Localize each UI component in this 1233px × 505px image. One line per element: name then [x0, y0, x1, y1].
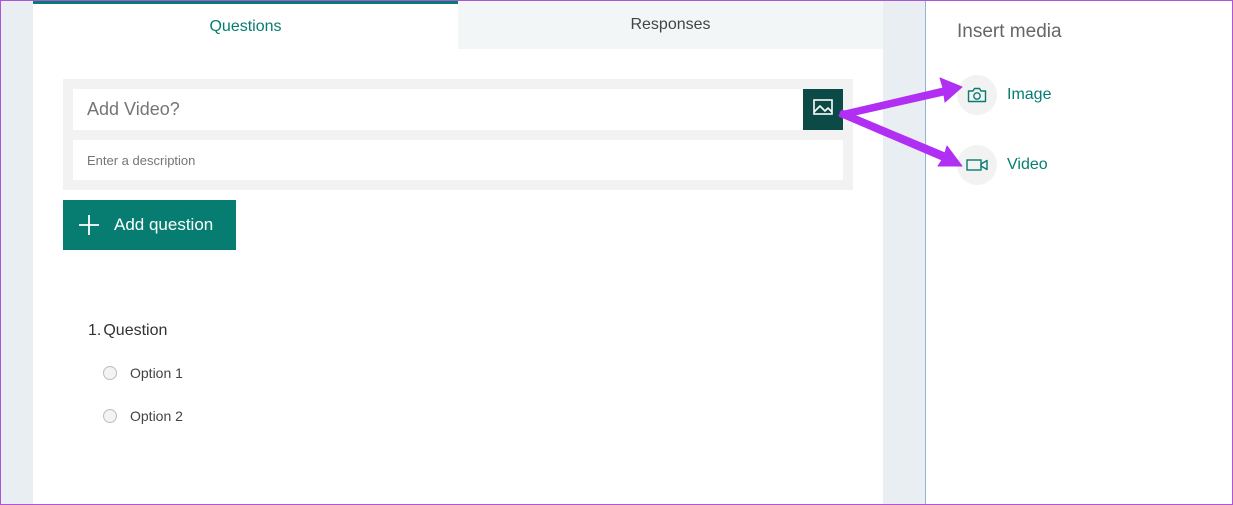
- option-label: Option 1: [130, 365, 183, 381]
- option-label: Option 2: [130, 408, 183, 424]
- tab-questions[interactable]: Questions: [33, 1, 458, 49]
- insert-video-item[interactable]: Video: [957, 145, 1048, 185]
- option-item[interactable]: Option 1: [103, 365, 183, 381]
- insert-media-title: Insert media: [957, 21, 1062, 42]
- insert-media-panel: Insert media Image Video: [926, 1, 1232, 504]
- tab-responses[interactable]: Responses: [458, 1, 883, 49]
- section-header-editor: [63, 79, 853, 190]
- radio-button[interactable]: [103, 366, 117, 380]
- radio-button[interactable]: [103, 409, 117, 423]
- insert-video-label: Video: [1007, 156, 1048, 173]
- insert-image-item[interactable]: Image: [957, 75, 1051, 115]
- video-camera-icon: [957, 145, 997, 185]
- add-question-label: Add question: [114, 215, 214, 234]
- section-description-input[interactable]: [73, 140, 843, 180]
- question-number: 1.: [88, 322, 102, 339]
- picture-icon: [813, 99, 833, 120]
- question-title[interactable]: 1. Question: [88, 322, 167, 340]
- camera-icon: [957, 75, 997, 115]
- option-item[interactable]: Option 2: [103, 408, 183, 424]
- insert-media-button[interactable]: [803, 89, 843, 130]
- plus-icon: [77, 213, 101, 237]
- section-title-input[interactable]: [73, 89, 803, 130]
- page-background: [1, 1, 33, 504]
- tab-bar: Questions Responses: [33, 1, 883, 49]
- question-text: Question: [103, 322, 168, 339]
- form-editor-card: Questions Responses Add question 1.Quest…: [33, 1, 883, 504]
- add-question-button[interactable]: Add question: [63, 200, 236, 250]
- insert-image-label: Image: [1007, 86, 1052, 103]
